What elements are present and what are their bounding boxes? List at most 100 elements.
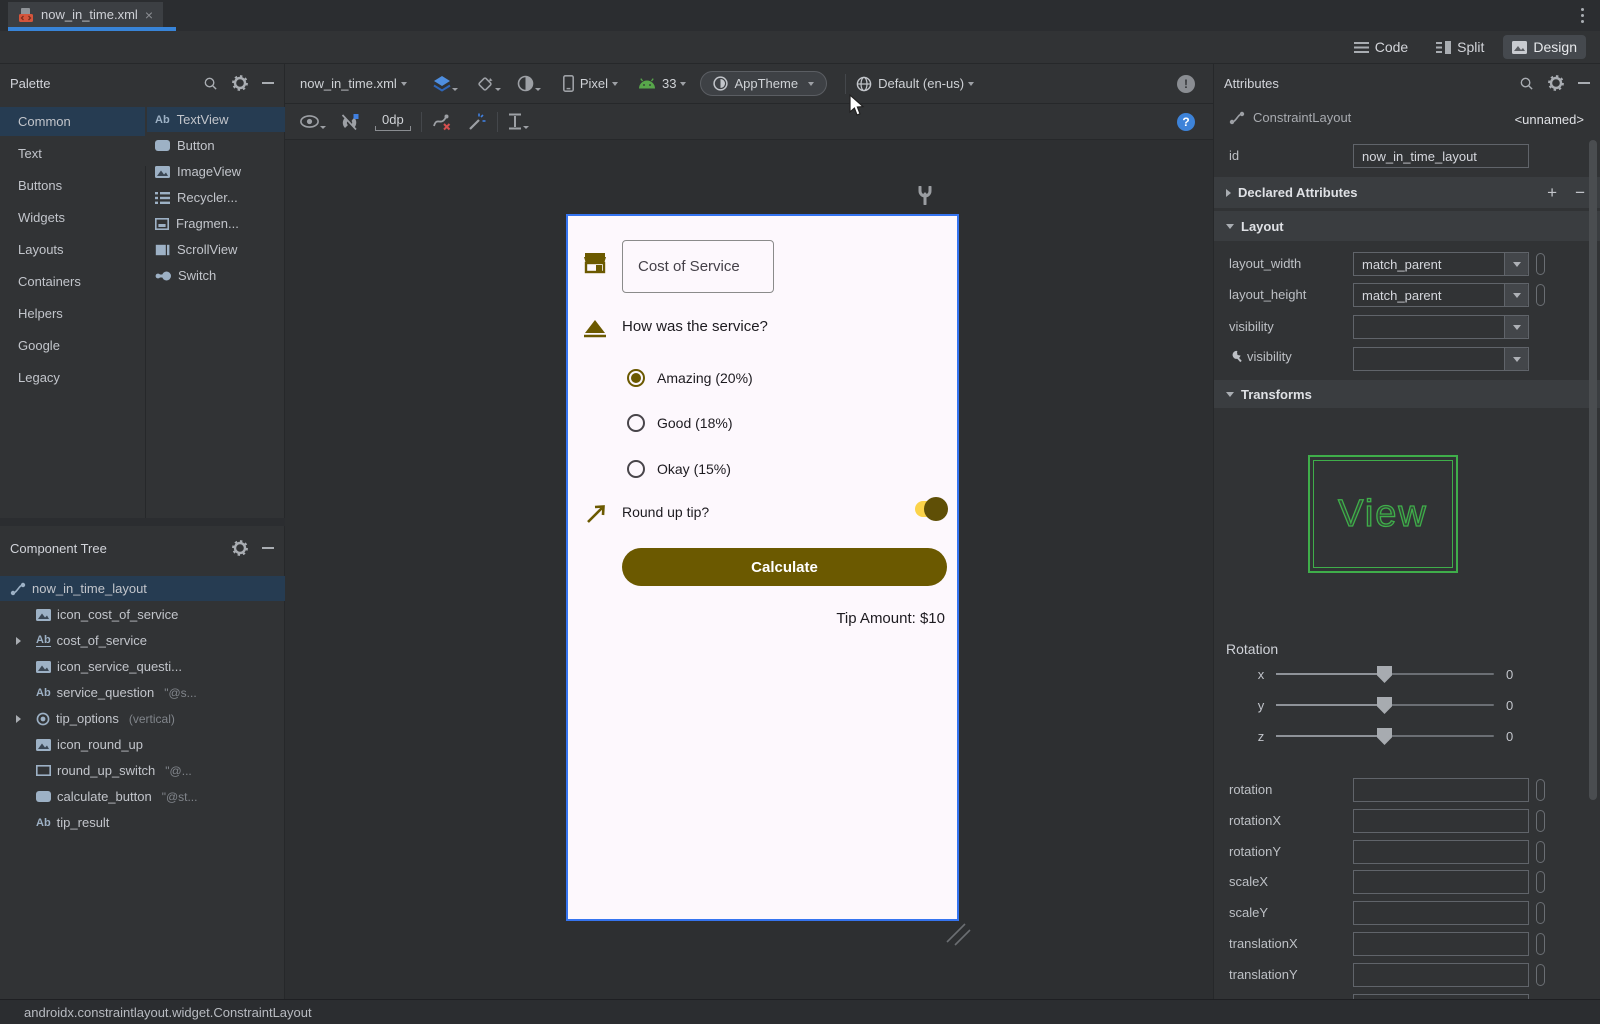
scale-x-input[interactable] [1353, 870, 1529, 894]
palette-item-switch[interactable]: Switch [147, 263, 285, 288]
tree-item-root[interactable]: now_in_time_layout [0, 576, 285, 601]
radio-selected-icon[interactable] [627, 369, 645, 387]
night-mode-menu[interactable] [517, 75, 541, 92]
layout-height-dropdown[interactable]: match_parent [1353, 283, 1529, 307]
tools-visibility-dropdown[interactable] [1353, 347, 1529, 371]
radio-option-okay[interactable]: Okay (15%) [627, 460, 731, 478]
expand-chevron-icon[interactable] [16, 715, 21, 723]
render-wrench-icon[interactable] [918, 186, 932, 205]
search-icon[interactable] [203, 76, 218, 91]
kebab-menu-icon[interactable] [1577, 4, 1588, 27]
transforms-section[interactable]: Transforms [1214, 380, 1600, 408]
clear-constraints-button[interactable] [432, 113, 453, 131]
file-menu[interactable]: now_in_time.xml [300, 76, 407, 91]
palette-item-imageview[interactable]: ImageView [147, 159, 285, 184]
rotation-x-input[interactable] [1353, 809, 1529, 833]
infer-constraints-button[interactable] [467, 113, 487, 131]
palette-category-containers[interactable]: Containers [0, 267, 145, 296]
layout-section[interactable]: Layout [1214, 211, 1600, 241]
tree-item-service-question[interactable]: Ab service_question "@s... [0, 680, 285, 705]
constraint-pill-indicator[interactable] [1536, 779, 1545, 801]
radio-option-good[interactable]: Good (18%) [627, 414, 732, 432]
slider-thumb[interactable] [1377, 666, 1392, 683]
rotation-y-slider[interactable]: y 0 [1214, 695, 1600, 715]
gear-icon[interactable] [232, 540, 248, 556]
constraint-pill-indicator[interactable] [1536, 902, 1545, 924]
tree-item-icon-cost-of-service[interactable]: icon_cost_of_service [0, 602, 285, 627]
constraint-pill-indicator[interactable] [1536, 284, 1545, 306]
gear-icon[interactable] [232, 75, 248, 91]
tree-item-cost-of-service[interactable]: Ab cost_of_service [0, 628, 285, 653]
palette-item-button[interactable]: Button [147, 133, 285, 158]
layers-menu[interactable] [433, 76, 458, 92]
tab-design[interactable]: Design [1503, 35, 1586, 59]
hide-panel-icon[interactable] [262, 547, 274, 549]
tab-split[interactable]: Split [1427, 35, 1493, 59]
radio-option-amazing[interactable]: Amazing (20%) [627, 369, 753, 387]
gear-icon[interactable] [1548, 75, 1564, 91]
palette-category-buttons[interactable]: Buttons [0, 171, 145, 200]
radio-icon[interactable] [627, 460, 645, 478]
cost-of-service-input[interactable]: Cost of Service [622, 240, 774, 293]
tree-item-tip-result[interactable]: Ab tip_result [0, 810, 285, 835]
pack-menu[interactable] [508, 113, 529, 130]
layout-width-dropdown[interactable]: match_parent [1353, 252, 1529, 276]
api-level-menu[interactable]: 33 [638, 76, 686, 91]
palette-item-recyclerview[interactable]: Recycler... [147, 185, 285, 210]
palette-category-helpers[interactable]: Helpers [0, 299, 145, 328]
device-menu[interactable]: Pixel [563, 75, 618, 92]
tab-close-icon[interactable]: × [145, 8, 153, 22]
rotation-x-slider[interactable]: x 0 [1214, 664, 1600, 684]
expand-chevron-icon[interactable] [16, 637, 21, 645]
slider-thumb[interactable] [1377, 728, 1392, 745]
tree-item-icon-service-question[interactable]: icon_service_questi... [0, 654, 285, 679]
constraint-pill-indicator[interactable] [1536, 253, 1545, 275]
tree-item-icon-round-up[interactable]: icon_round_up [0, 732, 285, 757]
editor-tab[interactable]: now_in_time.xml × [8, 2, 163, 27]
calculate-button[interactable]: Calculate [622, 548, 947, 586]
palette-category-google[interactable]: Google [0, 331, 145, 360]
visibility-dropdown[interactable] [1353, 315, 1529, 339]
radio-icon[interactable] [627, 414, 645, 432]
id-input[interactable]: now_in_time_layout [1353, 144, 1529, 168]
layout-preview[interactable]: Cost of Service How was the service? Ama… [566, 214, 959, 921]
attributes-scrollbar[interactable] [1589, 140, 1597, 800]
tree-item-round-up-switch[interactable]: round_up_switch "@... [0, 758, 285, 783]
palette-item-scrollview[interactable]: ScrollView [147, 237, 285, 262]
scale-y-input[interactable] [1353, 901, 1529, 925]
tree-item-tip-options[interactable]: tip_options (vertical) [0, 706, 285, 731]
panel-splitter[interactable] [0, 518, 285, 526]
constraint-pill-indicator[interactable] [1536, 841, 1545, 863]
rotation-z-slider[interactable]: z 0 [1214, 726, 1600, 746]
constraint-pill-indicator[interactable] [1536, 964, 1545, 986]
issue-indicator-icon[interactable]: ! [1177, 75, 1195, 93]
declared-attributes-section[interactable]: Declared Attributes + − [1214, 177, 1600, 208]
hide-panel-icon[interactable] [1578, 82, 1590, 84]
tab-code[interactable]: Code [1345, 35, 1417, 59]
palette-category-legacy[interactable]: Legacy [0, 363, 145, 392]
palette-category-layouts[interactable]: Layouts [0, 235, 145, 264]
hide-panel-icon[interactable] [262, 82, 274, 84]
tree-item-calculate-button[interactable]: calculate_button "@st... [0, 784, 285, 809]
autoconnect-toggle[interactable] [340, 113, 359, 131]
locale-menu[interactable]: Default (en-us) [856, 76, 974, 92]
constraint-pill-indicator[interactable] [1536, 810, 1545, 832]
palette-category-common[interactable]: Common [0, 107, 145, 136]
search-icon[interactable] [1519, 76, 1534, 91]
help-icon[interactable]: ? [1177, 113, 1195, 131]
orientation-menu[interactable] [476, 75, 501, 93]
constraint-pill-indicator[interactable] [1536, 871, 1545, 893]
transform-view-preview[interactable]: View [1308, 455, 1458, 573]
rotation-input[interactable] [1353, 778, 1529, 802]
constraint-pill-indicator[interactable] [1536, 933, 1545, 955]
default-margin-control[interactable]: 0dp [375, 112, 411, 131]
canvas-resize-handle[interactable] [943, 912, 973, 946]
remove-attribute-button[interactable]: − [1575, 183, 1585, 203]
translation-x-input[interactable] [1353, 932, 1529, 956]
translation-y-input[interactable] [1353, 963, 1529, 987]
rotation-y-input[interactable] [1353, 840, 1529, 864]
slider-thumb[interactable] [1377, 697, 1392, 714]
palette-category-text[interactable]: Text [0, 139, 145, 168]
palette-item-textview[interactable]: Ab TextView [147, 107, 285, 132]
round-up-switch[interactable] [915, 501, 945, 517]
